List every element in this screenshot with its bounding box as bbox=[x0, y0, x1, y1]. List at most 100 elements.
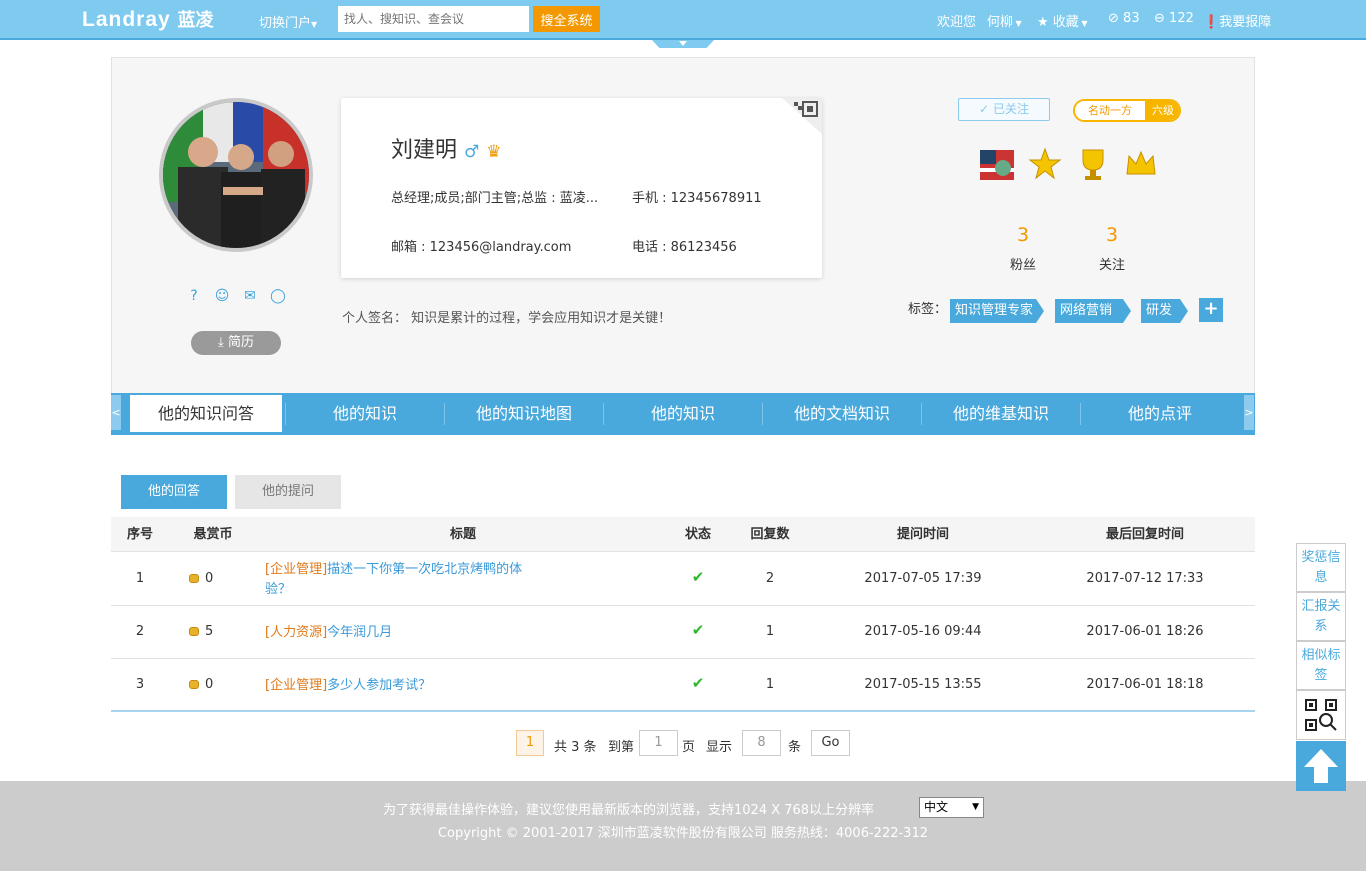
qrcode-button[interactable] bbox=[1296, 690, 1346, 740]
trophy-medal-icon bbox=[1082, 149, 1104, 180]
profile-card: 刘建明 ♂ ♛ 总经理;成员;部门主管;总监 : 蓝凌... 手机 : 1234… bbox=[341, 98, 822, 278]
messages-count[interactable]: ⊖ 122 bbox=[1154, 11, 1194, 26]
go-button[interactable]: Go bbox=[811, 730, 850, 756]
tab-my-answers[interactable]: 他的回答 bbox=[121, 475, 227, 509]
row-number: 2 bbox=[135, 624, 145, 639]
footer: 为了获得最佳操作体验，建议您使用最新版本的浏览器，支持1024 X 768以上分… bbox=[0, 781, 1366, 871]
browser-notice: 为了获得最佳操作体验，建议您使用最新版本的浏览器，支持1024 X 768以上分… bbox=[383, 803, 875, 818]
tab-reviews[interactable]: 他的点评 bbox=[1081, 395, 1239, 432]
favorites-menu[interactable]: ★ 收藏 ▼ bbox=[1037, 11, 1088, 30]
welcome-text: 欢迎您 bbox=[937, 15, 977, 30]
column-header: 提问时间 bbox=[896, 527, 949, 542]
table-row[interactable]: 3 0 [企业管理]多少人参加考试？ ✔ 1 2017-05-15 13:55 … bbox=[111, 659, 1255, 712]
signature: 个人签名： 知识是累计的过程，学会应用知识才是关键！ bbox=[342, 311, 672, 326]
table-row[interactable]: 2 5 [人力资源]今年润几月 ✔ 1 2017-05-16 09:44 201… bbox=[111, 606, 1255, 659]
star-icon: ★ bbox=[1037, 15, 1049, 30]
top-bar: Landray 蓝凌 切换门户▼ 搜全系统 欢迎您 何柳 ▼ ★ 收藏 ▼ ⊘ … bbox=[0, 0, 1366, 40]
portal-switch-menu[interactable]: 切换门户▼ bbox=[259, 12, 317, 31]
column-header: 标题 bbox=[449, 527, 476, 542]
chat-bubbles-icon[interactable]: ☺ bbox=[214, 288, 230, 304]
mail-icon[interactable]: ✉ bbox=[242, 288, 258, 304]
back-to-top-button[interactable] bbox=[1296, 741, 1346, 791]
similar-tags-link[interactable]: 相似标签 bbox=[1296, 641, 1346, 690]
question-icon[interactable]: ? bbox=[186, 288, 202, 304]
tab-knowledge-map[interactable]: 他的知识地图 bbox=[445, 395, 603, 432]
column-header: 状态 bbox=[684, 527, 711, 542]
expert-badge-icon: ♛ bbox=[486, 142, 502, 162]
tab-wiki-knowledge[interactable]: 他的维基知识 bbox=[922, 395, 1080, 432]
reply-count: 2 bbox=[765, 571, 775, 586]
avatar bbox=[159, 98, 313, 252]
coin-icon bbox=[189, 680, 199, 689]
compass-icon: ⊘ bbox=[1108, 11, 1119, 26]
tab-knowledge-2[interactable]: 他的知识 bbox=[604, 395, 762, 432]
last-reply-time: 2017-07-12 17:33 bbox=[1086, 571, 1204, 586]
nav-next-button[interactable]: > bbox=[1244, 395, 1254, 430]
rewards-info-link[interactable]: 奖惩信息 bbox=[1296, 543, 1346, 592]
header-collapse-toggle[interactable] bbox=[652, 40, 714, 48]
followed-button[interactable]: ✓ 已关注 bbox=[958, 98, 1050, 121]
last-reply-time: 2017-06-01 18:18 bbox=[1086, 677, 1204, 692]
column-header: 悬赏币 bbox=[193, 527, 233, 542]
caret-down-icon: ▼ bbox=[1078, 19, 1088, 28]
add-tag-button[interactable]: + bbox=[1199, 298, 1223, 322]
table-row[interactable]: 1 0 [企业管理]描述一下你第一次吃北京烤鸭的体验？ ✔ 2 2017-07-… bbox=[111, 553, 1255, 606]
status-check-icon: ✔ bbox=[691, 621, 705, 639]
profile-nav: < 他的知识问答 他的知识 他的知识地图 他的知识 他的文档知识 他的维基知识 … bbox=[111, 393, 1255, 435]
page-unit: 页 bbox=[682, 740, 696, 755]
check-icon: ✓ bbox=[979, 102, 990, 116]
coin-icon bbox=[189, 627, 199, 636]
report-issue-link[interactable]: ❗我要报障 bbox=[1203, 11, 1271, 30]
page-current[interactable]: 1 bbox=[516, 730, 544, 756]
row-number: 3 bbox=[135, 677, 145, 692]
last-reply-time: 2017-06-01 18:26 bbox=[1086, 624, 1204, 639]
chat-icon: ⊖ bbox=[1154, 11, 1165, 26]
nav-prev-button[interactable]: < bbox=[111, 395, 121, 430]
reply-count: 1 bbox=[765, 624, 775, 639]
points-count[interactable]: ⊘ 83 bbox=[1108, 11, 1140, 26]
goto-page-input[interactable]: 1 bbox=[639, 730, 678, 756]
user-menu[interactable]: 何柳 ▼ bbox=[987, 11, 1022, 30]
qrcode-icon bbox=[1305, 699, 1337, 731]
tag-item[interactable]: 知识管理专家 bbox=[950, 299, 1044, 323]
crown-medal-icon bbox=[1126, 150, 1156, 175]
profile-name: 刘建明 ♂ ♛ bbox=[391, 138, 502, 163]
language-select[interactable]: 中文 ▼ bbox=[919, 797, 984, 818]
tag-item[interactable]: 网络营销 bbox=[1055, 299, 1131, 323]
tab-knowledge-qa[interactable]: 他的知识问答 bbox=[130, 395, 282, 432]
coin-icon bbox=[189, 574, 199, 583]
search-all-button[interactable]: 搜全系统 bbox=[533, 6, 600, 32]
avatar-photo bbox=[163, 102, 309, 248]
question-title-link[interactable]: [企业管理]多少人参加考试？ bbox=[265, 676, 555, 696]
search-input[interactable] bbox=[338, 6, 529, 32]
status-check-icon: ✔ bbox=[691, 674, 705, 692]
caret-down-icon: ▼ bbox=[311, 20, 318, 29]
comment-icon[interactable]: ◯ bbox=[270, 288, 286, 304]
star-medal-icon bbox=[1028, 147, 1062, 180]
qrcode-corner-icon[interactable] bbox=[782, 98, 822, 134]
fans-stat[interactable]: 3 粉丝 bbox=[1003, 224, 1043, 273]
following-stat[interactable]: 3 关注 bbox=[1092, 224, 1132, 273]
report-relation-link[interactable]: 汇报关系 bbox=[1296, 592, 1346, 641]
reply-count: 1 bbox=[765, 677, 775, 692]
table-header: 序号 悬赏币 标题 状态 回复数 提问时间 最后回复时间 bbox=[111, 517, 1255, 552]
tag-item[interactable]: 研发 bbox=[1141, 299, 1188, 323]
tab-my-questions[interactable]: 他的提问 bbox=[235, 475, 341, 509]
row-number: 1 bbox=[135, 571, 145, 586]
tags-label: 标签： bbox=[908, 302, 948, 317]
question-title-link[interactable]: [企业管理]描述一下你第一次吃北京烤鸭的体验？ bbox=[265, 560, 545, 600]
logo[interactable]: Landray 蓝凌 bbox=[82, 6, 214, 32]
copyright: Copyright © 2001-2017 深圳市蓝凌软件股份有限公司 服务热线… bbox=[437, 826, 928, 841]
reward-cell: 5 bbox=[189, 624, 213, 639]
position-info: 总经理;成员;部门主管;总监 : 蓝凌... bbox=[391, 191, 599, 206]
male-icon: ♂ bbox=[464, 142, 480, 162]
page-size-input[interactable]: 8 bbox=[742, 730, 781, 756]
reward-cell: 0 bbox=[189, 571, 213, 586]
question-title-link[interactable]: [人力资源]今年润几月 bbox=[265, 623, 555, 643]
size-unit: 条 bbox=[788, 740, 802, 755]
tab-knowledge[interactable]: 他的知识 bbox=[286, 395, 444, 432]
asked-time: 2017-05-16 09:44 bbox=[864, 624, 982, 639]
status-check-icon: ✔ bbox=[691, 568, 705, 586]
tab-document-knowledge[interactable]: 他的文档知识 bbox=[763, 395, 921, 432]
resume-button[interactable]: ⤓ 简历 bbox=[191, 331, 281, 355]
